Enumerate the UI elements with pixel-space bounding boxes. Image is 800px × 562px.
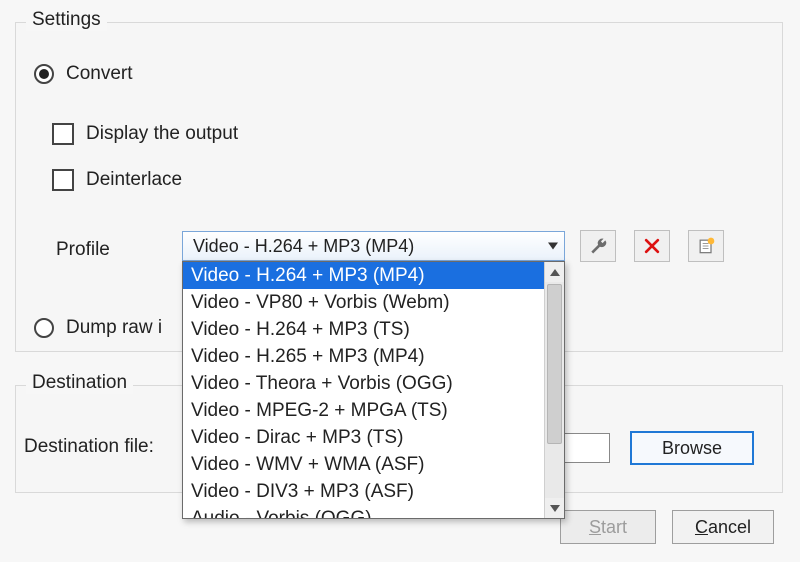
profile-option[interactable]: Video - H.265 + MP3 (MP4) — [183, 343, 544, 370]
profile-option[interactable]: Video - WMV + WMA (ASF) — [183, 451, 544, 478]
settings-legend: Settings — [26, 9, 107, 31]
profile-option[interactable]: Video - H.264 + MP3 (MP4) — [183, 262, 544, 289]
profile-combobox-value: Video - H.264 + MP3 (MP4) — [193, 236, 414, 257]
checkbox-deinterlace-box — [52, 169, 74, 191]
profile-label: Profile — [56, 239, 110, 261]
radio-dump-raw[interactable]: Dump raw i — [34, 317, 162, 339]
scroll-thumb[interactable] — [547, 284, 562, 444]
delete-profile-button[interactable] — [634, 230, 670, 262]
browse-button-label: Browse — [662, 438, 722, 459]
edit-profile-button[interactable] — [580, 230, 616, 262]
chevron-down-icon — [550, 505, 560, 512]
checkbox-display-output-box — [52, 123, 74, 145]
profile-dropdown[interactable]: Video - H.264 + MP3 (MP4)Video - VP80 + … — [182, 261, 565, 519]
checkbox-display-output-label: Display the output — [86, 123, 238, 145]
radio-dump-raw-label: Dump raw i — [66, 317, 162, 339]
x-icon — [642, 236, 662, 256]
new-profile-button[interactable] — [688, 230, 724, 262]
start-button[interactable]: Start — [560, 510, 656, 544]
checkbox-deinterlace[interactable]: Deinterlace — [52, 169, 182, 191]
cancel-button-label: Cancel — [695, 517, 751, 538]
profile-option[interactable]: Video - Dirac + MP3 (TS) — [183, 424, 544, 451]
wrench-icon — [588, 236, 608, 256]
destination-file-label: Destination file: — [24, 436, 154, 458]
scroll-down-button[interactable] — [545, 498, 564, 518]
scrollbar[interactable] — [544, 262, 564, 518]
start-button-label: Start — [589, 517, 627, 538]
profile-option[interactable]: Audio - Vorbis (OGG) — [183, 505, 544, 518]
destination-legend: Destination — [26, 372, 133, 394]
radio-convert[interactable]: Convert — [34, 63, 133, 85]
new-file-icon — [696, 236, 716, 256]
checkbox-deinterlace-label: Deinterlace — [86, 169, 182, 191]
profile-option[interactable]: Video - DIV3 + MP3 (ASF) — [183, 478, 544, 505]
checkbox-display-output[interactable]: Display the output — [52, 123, 238, 145]
browse-button[interactable]: Browse — [630, 431, 754, 465]
profile-option[interactable]: Video - MPEG-2 + MPGA (TS) — [183, 397, 544, 424]
profile-option[interactable]: Video - VP80 + Vorbis (Webm) — [183, 289, 544, 316]
radio-convert-indicator — [34, 64, 54, 84]
scroll-up-button[interactable] — [545, 262, 564, 282]
profile-combobox[interactable]: Video - H.264 + MP3 (MP4) — [182, 231, 565, 261]
chevron-down-icon — [548, 243, 558, 250]
radio-dump-raw-indicator — [34, 318, 54, 338]
profile-option[interactable]: Video - H.264 + MP3 (TS) — [183, 316, 544, 343]
profile-option[interactable]: Video - Theora + Vorbis (OGG) — [183, 370, 544, 397]
chevron-up-icon — [550, 269, 560, 276]
radio-convert-label: Convert — [66, 63, 133, 85]
profile-dropdown-list: Video - H.264 + MP3 (MP4)Video - VP80 + … — [183, 262, 544, 518]
cancel-button[interactable]: Cancel — [672, 510, 774, 544]
